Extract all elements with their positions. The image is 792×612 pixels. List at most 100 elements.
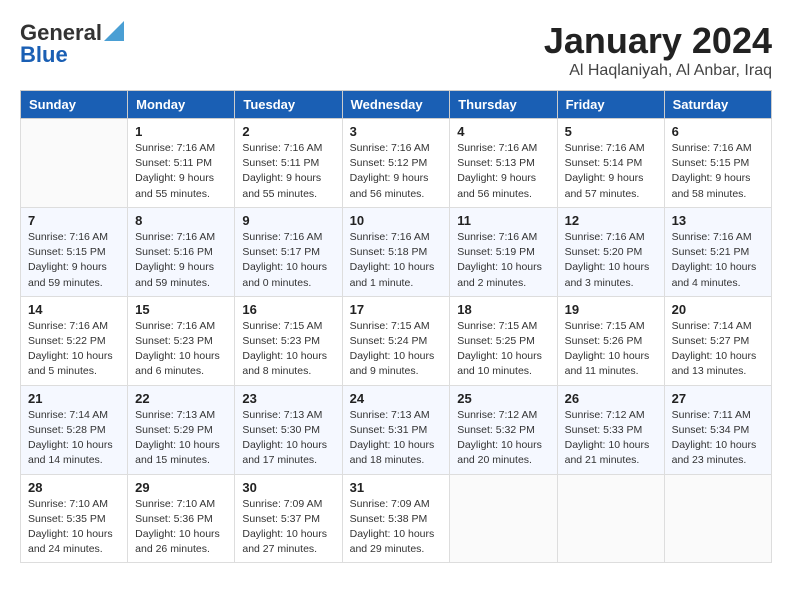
day-number: 6 — [672, 124, 764, 139]
calendar-week-row: 21 Sunrise: 7:14 AM Sunset: 5:28 PM Dayli… — [21, 385, 772, 474]
table-row: 18 Sunrise: 7:15 AM Sunset: 5:25 PM Dayli… — [450, 296, 557, 385]
calendar-header-row: Sunday Monday Tuesday Wednesday Thursday… — [21, 91, 772, 119]
day-number: 29 — [135, 480, 227, 495]
table-row: 23 Sunrise: 7:13 AM Sunset: 5:30 PM Dayli… — [235, 385, 342, 474]
day-number: 27 — [672, 391, 764, 406]
table-row: 10Sunrise: 7:16 AM Sunset: 5:18 PM Dayli… — [342, 207, 450, 296]
day-number: 26 — [565, 391, 657, 406]
table-row: 5Sunrise: 7:16 AM Sunset: 5:14 PM Daylig… — [557, 119, 664, 208]
logo-arrow-icon — [104, 21, 124, 41]
day-number: 21 — [28, 391, 120, 406]
day-number: 12 — [565, 213, 657, 228]
table-row: 17Sunrise: 7:15 AM Sunset: 5:24 PM Dayli… — [342, 296, 450, 385]
col-saturday: Saturday — [664, 91, 771, 119]
table-row: 24 Sunrise: 7:13 AM Sunset: 5:31 PM Dayli… — [342, 385, 450, 474]
table-row: 2Sunrise: 7:16 AM Sunset: 5:11 PM Daylig… — [235, 119, 342, 208]
day-info: Sunrise: 7:16 AM Sunset: 5:22 PM Dayligh… — [28, 319, 120, 380]
table-row: 20 Sunrise: 7:14 AM Sunset: 5:27 PM Dayli… — [664, 296, 771, 385]
day-info: Sunrise: 7:16 AM Sunset: 5:16 PM Dayligh… — [135, 230, 227, 291]
calendar-subtitle: Al Haqlaniyah, Al Anbar, Iraq — [544, 62, 772, 80]
table-row: 19Sunrise: 7:15 AM Sunset: 5:26 PM Dayli… — [557, 296, 664, 385]
table-row: 16 Sunrise: 7:15 AM Sunset: 5:23 PM Dayli… — [235, 296, 342, 385]
table-row: 25 Sunrise: 7:12 AM Sunset: 5:32 PM Dayli… — [450, 385, 557, 474]
table-row: 28 Sunrise: 7:10 AM Sunset: 5:35 PM Dayli… — [21, 474, 128, 563]
table-row: 7Sunrise: 7:16 AM Sunset: 5:15 PM Daylig… — [21, 207, 128, 296]
day-info: Sunrise: 7:13 AM Sunset: 5:30 PM Dayligh… — [242, 408, 334, 469]
col-friday: Friday — [557, 91, 664, 119]
day-info: Sunrise: 7:16 AM Sunset: 5:21 PM Dayligh… — [672, 230, 764, 291]
day-number: 18 — [457, 302, 549, 317]
day-info: Sunrise: 7:09 AM Sunset: 5:38 PM Dayligh… — [350, 497, 443, 558]
table-row: 31 Sunrise: 7:09 AM Sunset: 5:38 PM Dayli… — [342, 474, 450, 563]
table-row: 27 Sunrise: 7:11 AM Sunset: 5:34 PM Dayli… — [664, 385, 771, 474]
day-info: Sunrise: 7:16 AM Sunset: 5:11 PM Dayligh… — [135, 141, 227, 202]
day-info: Sunrise: 7:13 AM Sunset: 5:31 PM Dayligh… — [350, 408, 443, 469]
day-number: 28 — [28, 480, 120, 495]
logo-blue: Blue — [20, 42, 68, 68]
day-number: 1 — [135, 124, 227, 139]
calendar-week-row: 7Sunrise: 7:16 AM Sunset: 5:15 PM Daylig… — [21, 207, 772, 296]
day-info: Sunrise: 7:09 AM Sunset: 5:37 PM Dayligh… — [242, 497, 334, 558]
col-sunday: Sunday — [21, 91, 128, 119]
table-row: 30Sunrise: 7:09 AM Sunset: 5:37 PM Dayli… — [235, 474, 342, 563]
day-info: Sunrise: 7:16 AM Sunset: 5:23 PM Dayligh… — [135, 319, 227, 380]
day-info: Sunrise: 7:16 AM Sunset: 5:19 PM Dayligh… — [457, 230, 549, 291]
table-row: 29 Sunrise: 7:10 AM Sunset: 5:36 PM Dayli… — [128, 474, 235, 563]
day-info: Sunrise: 7:14 AM Sunset: 5:28 PM Dayligh… — [28, 408, 120, 469]
calendar-week-row: 28 Sunrise: 7:10 AM Sunset: 5:35 PM Dayli… — [21, 474, 772, 563]
day-info: Sunrise: 7:10 AM Sunset: 5:36 PM Dayligh… — [135, 497, 227, 558]
day-number: 31 — [350, 480, 443, 495]
day-info: Sunrise: 7:16 AM Sunset: 5:12 PM Dayligh… — [350, 141, 443, 202]
day-info: Sunrise: 7:16 AM Sunset: 5:17 PM Dayligh… — [242, 230, 334, 291]
day-info: Sunrise: 7:15 AM Sunset: 5:25 PM Dayligh… — [457, 319, 549, 380]
day-info: Sunrise: 7:13 AM Sunset: 5:29 PM Dayligh… — [135, 408, 227, 469]
title-section: January 2024 Al Haqlaniyah, Al Anbar, Ir… — [544, 20, 772, 80]
day-number: 19 — [565, 302, 657, 317]
col-wednesday: Wednesday — [342, 91, 450, 119]
day-number: 23 — [242, 391, 334, 406]
table-row: 1 Sunrise: 7:16 AM Sunset: 5:11 PM Daylig… — [128, 119, 235, 208]
day-info: Sunrise: 7:15 AM Sunset: 5:24 PM Dayligh… — [350, 319, 443, 380]
col-tuesday: Tuesday — [235, 91, 342, 119]
day-number: 24 — [350, 391, 443, 406]
day-number: 25 — [457, 391, 549, 406]
day-number: 8 — [135, 213, 227, 228]
day-info: Sunrise: 7:12 AM Sunset: 5:33 PM Dayligh… — [565, 408, 657, 469]
table-row: 8 Sunrise: 7:16 AM Sunset: 5:16 PM Daylig… — [128, 207, 235, 296]
calendar-table: Sunday Monday Tuesday Wednesday Thursday… — [20, 90, 772, 563]
table-row: 26 Sunrise: 7:12 AM Sunset: 5:33 PM Dayli… — [557, 385, 664, 474]
table-row: 22 Sunrise: 7:13 AM Sunset: 5:29 PM Dayli… — [128, 385, 235, 474]
table-row: 6Sunrise: 7:16 AM Sunset: 5:15 PM Daylig… — [664, 119, 771, 208]
calendar-week-row: 1 Sunrise: 7:16 AM Sunset: 5:11 PM Daylig… — [21, 119, 772, 208]
col-thursday: Thursday — [450, 91, 557, 119]
day-number: 15 — [135, 302, 227, 317]
day-info: Sunrise: 7:16 AM Sunset: 5:11 PM Dayligh… — [242, 141, 334, 202]
day-info: Sunrise: 7:10 AM Sunset: 5:35 PM Dayligh… — [28, 497, 120, 558]
table-row: 9 Sunrise: 7:16 AM Sunset: 5:17 PM Daylig… — [235, 207, 342, 296]
table-row: 12Sunrise: 7:16 AM Sunset: 5:20 PM Dayli… — [557, 207, 664, 296]
table-row: 11 Sunrise: 7:16 AM Sunset: 5:19 PM Dayli… — [450, 207, 557, 296]
table-row — [664, 474, 771, 563]
day-number: 4 — [457, 124, 549, 139]
table-row — [557, 474, 664, 563]
day-number: 13 — [672, 213, 764, 228]
day-number: 11 — [457, 213, 549, 228]
table-row: 3 Sunrise: 7:16 AM Sunset: 5:12 PM Daylig… — [342, 119, 450, 208]
day-number: 9 — [242, 213, 334, 228]
day-number: 10 — [350, 213, 443, 228]
calendar-title: January 2024 — [544, 20, 772, 62]
day-info: Sunrise: 7:15 AM Sunset: 5:23 PM Dayligh… — [242, 319, 334, 380]
calendar-week-row: 14Sunrise: 7:16 AM Sunset: 5:22 PM Dayli… — [21, 296, 772, 385]
day-info: Sunrise: 7:11 AM Sunset: 5:34 PM Dayligh… — [672, 408, 764, 469]
table-row: 21 Sunrise: 7:14 AM Sunset: 5:28 PM Dayli… — [21, 385, 128, 474]
day-number: 3 — [350, 124, 443, 139]
table-row — [21, 119, 128, 208]
table-row: 13 Sunrise: 7:16 AM Sunset: 5:21 PM Dayli… — [664, 207, 771, 296]
day-number: 16 — [242, 302, 334, 317]
day-info: Sunrise: 7:14 AM Sunset: 5:27 PM Dayligh… — [672, 319, 764, 380]
day-info: Sunrise: 7:12 AM Sunset: 5:32 PM Dayligh… — [457, 408, 549, 469]
day-number: 20 — [672, 302, 764, 317]
day-info: Sunrise: 7:16 AM Sunset: 5:14 PM Dayligh… — [565, 141, 657, 202]
table-row: 14Sunrise: 7:16 AM Sunset: 5:22 PM Dayli… — [21, 296, 128, 385]
day-number: 22 — [135, 391, 227, 406]
